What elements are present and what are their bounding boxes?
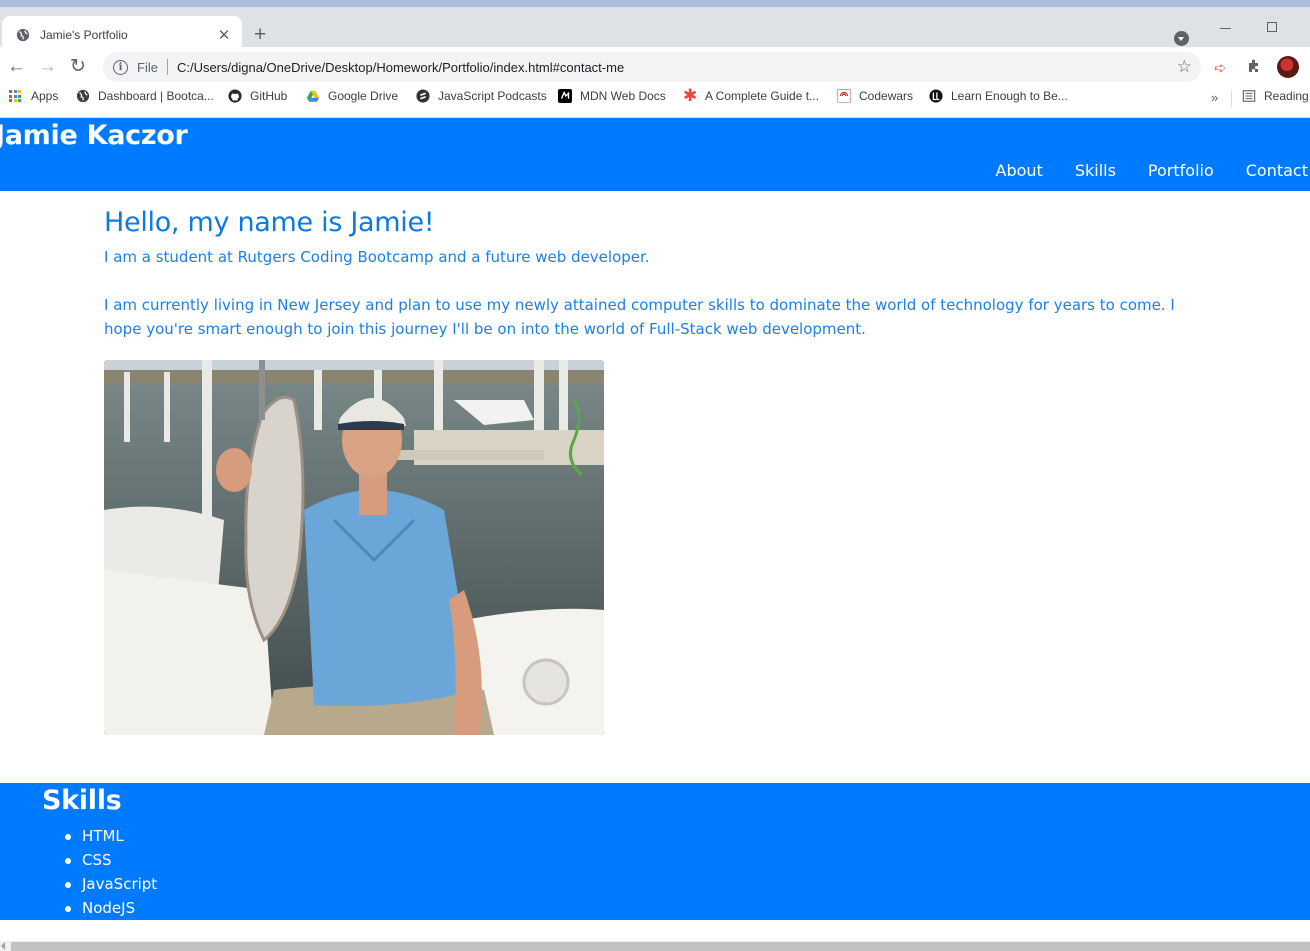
github-icon [228, 89, 242, 103]
tab-search-icon[interactable] [1174, 31, 1189, 46]
bookmark-label: JavaScript Podcasts [438, 89, 547, 103]
bookmark-label: Codewars [859, 89, 914, 103]
scrollbar-thumb[interactable] [11, 942, 1310, 951]
back-icon[interactable]: ← [7, 55, 26, 79]
site-header: Jamie Kaczor About Skills Portfolio Cont… [0, 118, 1310, 191]
bookmark-label: Apps [31, 89, 59, 103]
bookmark-github[interactable]: GitHub [228, 89, 287, 103]
globe-icon [76, 89, 90, 103]
skill-item: HTML [64, 824, 157, 848]
bookmark-apps[interactable]: Apps [9, 89, 58, 103]
bookmark-label: Dashboard | Bootca... [98, 89, 214, 103]
skill-item: NodeJS [64, 896, 157, 920]
extensions-puzzle-icon[interactable] [1246, 58, 1262, 74]
bookmark-label: Google Drive [328, 89, 399, 103]
about-intro: I am a student at Rutgers Coding Bootcam… [104, 248, 650, 266]
bookmark-label: GitHub [250, 89, 288, 103]
learn-enough-icon [929, 89, 943, 103]
tab-title: Jamie's Portfolio [40, 28, 128, 42]
close-tab-icon[interactable]: ✕ [216, 26, 232, 44]
url-scheme: File [137, 59, 158, 75]
site-nav: About Skills Portfolio Contact [996, 161, 1308, 180]
profile-avatar[interactable] [1277, 56, 1299, 78]
window-frame [0, 0, 1310, 7]
reading-list[interactable]: Reading [1242, 89, 1309, 103]
tab-bar: Jamie's Portfolio ✕ + [0, 7, 1310, 54]
about-heading: Hello, my name is Jamie! [104, 207, 435, 238]
mdn-icon [558, 89, 572, 103]
skill-item: JavaScript [64, 872, 157, 896]
horizontal-scrollbar[interactable] [0, 941, 1310, 951]
bookmark-label: A Complete Guide t... [705, 89, 820, 103]
minimize-icon[interactable] [1220, 28, 1231, 29]
apps-grid-icon [9, 90, 21, 102]
bookmark-dashboard[interactable]: Dashboard | Bootca... [76, 89, 214, 103]
asterisk-icon: ✱ [683, 86, 698, 105]
skill-item: CSS [64, 848, 157, 872]
site-name: Jamie Kaczor [0, 120, 188, 151]
codewars-icon [837, 89, 851, 103]
skills-heading: Skills [42, 785, 122, 816]
address-bar[interactable]: i File C:/Users/digna/OneDrive/Desktop/H… [103, 52, 1201, 82]
podcast-icon [416, 89, 430, 103]
nav-portfolio[interactable]: Portfolio [1148, 161, 1214, 180]
about-body: I am currently living in New Jersey and … [104, 296, 1175, 338]
bookmark-google-drive[interactable]: Google Drive [306, 89, 398, 103]
forward-icon[interactable]: → [38, 55, 57, 79]
bookmark-mdn[interactable]: MDN Web Docs [558, 89, 666, 103]
nav-about[interactable]: About [996, 161, 1043, 180]
bookmark-javascript-podcasts[interactable]: JavaScript Podcasts [416, 89, 547, 103]
bookmark-star-icon[interactable]: ☆ [1177, 57, 1192, 77]
reading-list-label: Reading [1264, 89, 1309, 103]
url-divider [166, 59, 168, 75]
reload-icon[interactable]: ↻ [70, 55, 86, 79]
nav-skills[interactable]: Skills [1075, 161, 1116, 180]
bookmark-label: MDN Web Docs [580, 89, 666, 103]
google-drive-icon [306, 90, 320, 102]
browser-toolbar: ← → ↻ i File C:/Users/digna/OneDrive/Des… [0, 47, 1310, 87]
profile-photo-image [104, 360, 604, 735]
reading-list-icon [1242, 90, 1256, 102]
bookmark-label: Learn Enough to Be... [951, 89, 1068, 103]
toolbar-divider [0, 111, 1310, 118]
profile-photo [104, 360, 604, 735]
scroll-left-icon[interactable] [1, 942, 5, 950]
bookmarks-divider [1231, 91, 1232, 107]
skills-section: Skills HTML CSS JavaScript NodeJS [0, 783, 1310, 920]
bookmark-complete-guide[interactable]: ✱ A Complete Guide t... [683, 86, 820, 105]
bookmarks-bar: Apps Dashboard | Bootca... GitHub Google… [0, 87, 1310, 111]
more-bookmarks-icon[interactable]: » [1211, 90, 1218, 105]
bookmark-codewars[interactable]: Codewars [837, 89, 913, 103]
maximize-icon[interactable] [1267, 22, 1277, 32]
extension-icon[interactable]: ➪ [1214, 59, 1227, 77]
nav-contact[interactable]: Contact [1246, 161, 1308, 180]
about-section: Hello, my name is Jamie! I am a student … [104, 207, 1214, 341]
bookmark-learn-enough[interactable]: Learn Enough to Be... [929, 89, 1068, 103]
info-icon[interactable]: i [113, 59, 128, 75]
url-text[interactable]: C:/Users/digna/OneDrive/Desktop/Homework… [177, 60, 1177, 75]
skills-list: HTML CSS JavaScript NodeJS [64, 824, 157, 920]
globe-icon [16, 28, 30, 42]
new-tab-icon[interactable]: + [254, 24, 266, 46]
